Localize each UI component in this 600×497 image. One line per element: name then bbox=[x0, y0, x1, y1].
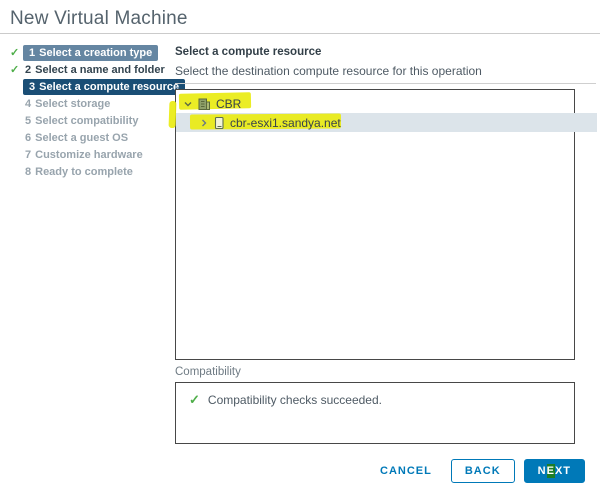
step-1-select-creation-type[interactable]: ✓ 1 Select a creation type bbox=[10, 44, 175, 61]
check-icon: ✓ bbox=[189, 392, 200, 407]
step-5-label: 5 Select compatibility bbox=[25, 114, 139, 127]
step-5-select-compatibility: ✓ 5Select compatibility bbox=[10, 112, 175, 129]
yellow-highlight-annotation bbox=[168, 100, 177, 129]
compatibility-status-row: ✓ Compatibility checks succeeded. bbox=[176, 383, 574, 407]
tree-row-datacenter-cbr[interactable]: CBR bbox=[176, 94, 581, 113]
compatibility-box: ✓ Compatibility checks succeeded. bbox=[175, 382, 575, 444]
wizard-footer: CANCEL BACK NEXT bbox=[378, 459, 585, 483]
step-6-label: 6 Select a guest OS bbox=[25, 131, 129, 144]
new-vm-wizard-dialog: New Virtual Machine ✓ 1 Select a creation… bbox=[0, 0, 600, 497]
cancel-button[interactable]: CANCEL bbox=[378, 459, 434, 483]
step-heading: Select a compute resource bbox=[175, 46, 322, 58]
step-7-label: 7 Customize hardware bbox=[25, 148, 143, 161]
chevron-right-icon[interactable] bbox=[199, 118, 209, 128]
tree-node-label: cbr-esxi1.sandya.net bbox=[230, 115, 341, 130]
step-8-ready-to-complete: ✓ 8Ready to complete bbox=[10, 163, 175, 180]
step-3-badge-current: 3 Select a compute resource bbox=[23, 78, 186, 95]
step-3-select-compute-resource[interactable]: ✓ 3Select a compute resource bbox=[10, 78, 186, 95]
step-complete-check-icon: ✓ bbox=[10, 47, 20, 59]
chevron-down-icon[interactable] bbox=[183, 99, 193, 109]
step-8-label: 8 Ready to complete bbox=[25, 165, 133, 178]
title-divider bbox=[0, 33, 600, 34]
step-6-select-guest-os: ✓ 6Select a guest OS bbox=[10, 129, 175, 146]
tree-row-host-cbr-esxi1[interactable]: cbr-esxi1.sandya.net bbox=[176, 113, 597, 132]
step-subheading: Select the destination compute resource … bbox=[175, 64, 482, 78]
step-4-select-storage: ✓ 4Select storage bbox=[10, 95, 175, 112]
host-icon bbox=[213, 116, 225, 130]
step-2-label: 2 Select a name and folder bbox=[25, 63, 165, 76]
compatibility-section-label: Compatibility bbox=[175, 366, 241, 378]
text-cursor-artifact: E bbox=[546, 464, 555, 478]
heading-divider bbox=[175, 83, 596, 84]
step-4-label: 4 Select storage bbox=[25, 97, 111, 110]
datacenter-icon bbox=[197, 97, 211, 111]
compatibility-message: Compatibility checks succeeded. bbox=[207, 393, 382, 407]
step-1-badge: 1 Select a creation type bbox=[23, 44, 159, 61]
step-complete-check-icon: ✓ bbox=[10, 64, 20, 76]
step-7-customize-hardware: ✓ 7Customize hardware bbox=[10, 146, 175, 163]
page-title: New Virtual Machine bbox=[10, 8, 188, 29]
back-button[interactable]: BACK bbox=[450, 459, 515, 483]
tree-node-label: CBR bbox=[216, 96, 242, 111]
next-button[interactable]: NEXT bbox=[523, 459, 585, 483]
wizard-steps-sidebar: ✓ 1 Select a creation type ✓ 2 Select a na… bbox=[10, 44, 186, 180]
compute-resource-tree[interactable]: CBR cbr-esxi1.sandya.net bbox=[168, 89, 597, 360]
step-2-select-name-folder[interactable]: ✓ 2 Select a name and folder bbox=[10, 61, 175, 78]
